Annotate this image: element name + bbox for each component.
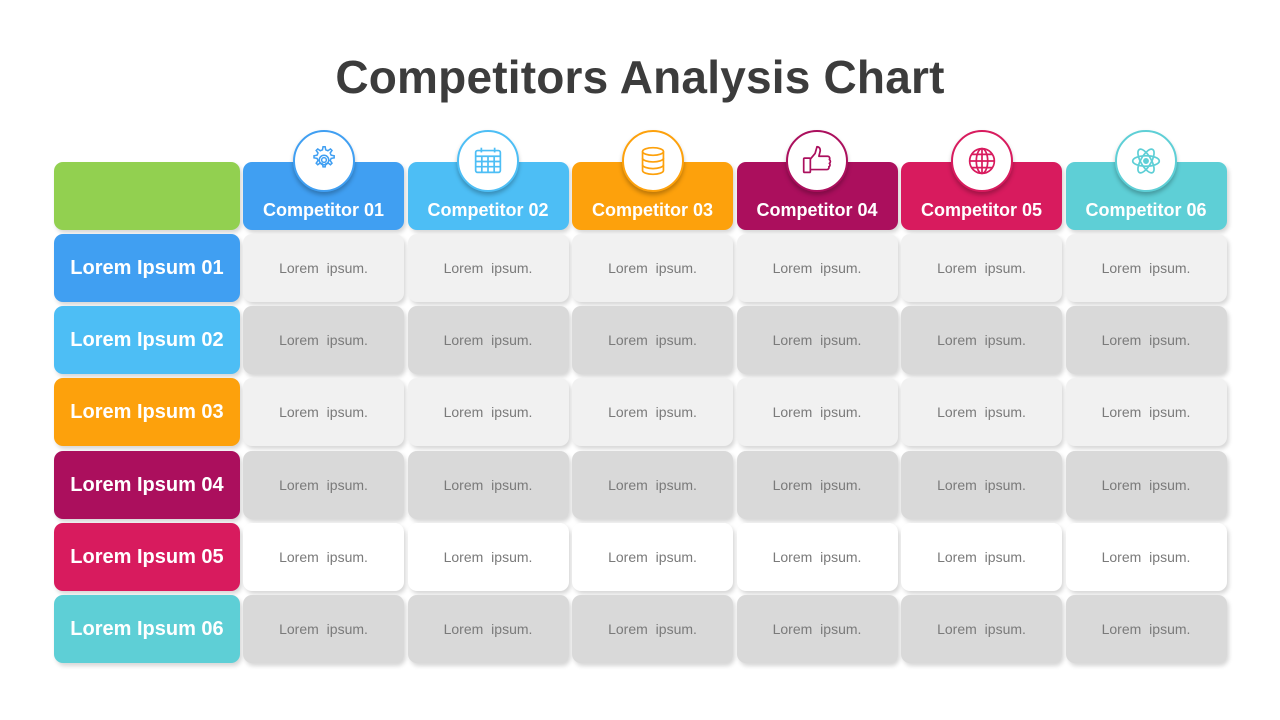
row-header: Lorem Ipsum 02 bbox=[54, 306, 240, 374]
competitor-label: Competitor 04 bbox=[756, 200, 878, 220]
table-cell: Lorem ipsum. bbox=[572, 234, 733, 302]
table-cell: Lorem ipsum. bbox=[736, 595, 898, 663]
page-title: Competitors Analysis Chart bbox=[335, 51, 945, 103]
table-cell: Lorem ipsum. bbox=[572, 451, 733, 519]
calendar-icon bbox=[457, 130, 519, 192]
table-cell: Lorem ipsum. bbox=[572, 523, 733, 591]
table-cell: Lorem ipsum. bbox=[736, 523, 898, 591]
table-cell: Lorem ipsum. bbox=[901, 523, 1062, 591]
row-header: Lorem Ipsum 03 bbox=[54, 378, 240, 446]
table-cell: Lorem ipsum. bbox=[407, 523, 569, 591]
competitor-label: Competitor 03 bbox=[591, 200, 714, 220]
row-header: Lorem Ipsum 01 bbox=[54, 234, 240, 302]
thumbs-up-icon bbox=[786, 130, 848, 192]
row-header: Lorem Ipsum 06 bbox=[54, 595, 240, 663]
competitor-label: Competitor 02 bbox=[427, 200, 549, 220]
table-cell: Lorem ipsum. bbox=[901, 451, 1062, 519]
table-cell: Lorem ipsum. bbox=[901, 234, 1062, 302]
table-cell: Lorem ipsum. bbox=[407, 378, 569, 446]
table-cell: Lorem ipsum. bbox=[736, 306, 898, 374]
atom-icon bbox=[1115, 130, 1177, 192]
table-cell: Lorem ipsum. bbox=[243, 523, 404, 591]
corner-cell bbox=[54, 162, 240, 230]
competitor-label: Competitor 06 bbox=[1085, 200, 1207, 220]
table-cell: Lorem ipsum. bbox=[901, 595, 1062, 663]
table-cell: Lorem ipsum. bbox=[1065, 523, 1227, 591]
table-cell: Lorem ipsum. bbox=[1065, 595, 1227, 663]
table-cell: Lorem ipsum. bbox=[1065, 378, 1227, 446]
table-cell: Lorem ipsum. bbox=[901, 378, 1062, 446]
database-icon bbox=[621, 130, 684, 192]
table-cell: Lorem ipsum. bbox=[243, 234, 404, 302]
table-cell: Lorem ipsum. bbox=[407, 595, 569, 663]
table-cell: Lorem ipsum. bbox=[736, 234, 898, 302]
table-cell: Lorem ipsum. bbox=[1065, 234, 1227, 302]
gear-icon bbox=[292, 130, 355, 192]
table-cell: Lorem ipsum. bbox=[1065, 451, 1227, 519]
table-cell: Lorem ipsum. bbox=[572, 378, 733, 446]
table-cell: Lorem ipsum. bbox=[243, 451, 404, 519]
table-cell: Lorem ipsum. bbox=[407, 306, 569, 374]
table-cell: Lorem ipsum. bbox=[243, 378, 404, 446]
table-cell: Lorem ipsum. bbox=[407, 451, 569, 519]
table-cell: Lorem ipsum. bbox=[1065, 306, 1227, 374]
table-cell: Lorem ipsum. bbox=[736, 378, 898, 446]
table-cell: Lorem ipsum. bbox=[572, 306, 733, 374]
table-cell: Lorem ipsum. bbox=[243, 595, 404, 663]
table-cell: Lorem ipsum. bbox=[736, 451, 898, 519]
table-cell: Lorem ipsum. bbox=[243, 306, 404, 374]
row-header: Lorem Ipsum 05 bbox=[54, 523, 240, 591]
table-cell: Lorem ipsum. bbox=[572, 595, 733, 663]
globe-icon bbox=[950, 130, 1013, 192]
competitor-label: Competitor 01 bbox=[262, 200, 385, 220]
table-cell: Lorem ipsum. bbox=[901, 306, 1062, 374]
competitor-label: Competitor 05 bbox=[920, 200, 1043, 220]
row-header: Lorem Ipsum 04 bbox=[54, 451, 240, 519]
table-cell: Lorem ipsum. bbox=[407, 234, 569, 302]
